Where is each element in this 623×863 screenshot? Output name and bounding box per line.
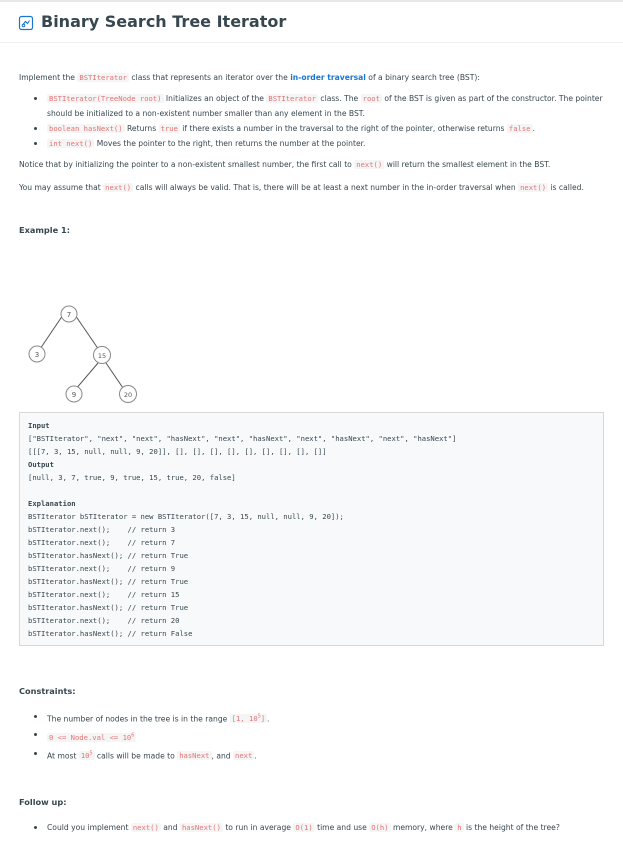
input-line: [[[7, 3, 15, null, null, 9, 20]], [], []…	[28, 447, 327, 456]
tree-node: 20	[119, 385, 137, 403]
node-label: 7	[67, 311, 71, 319]
list-item: The number of nodes in the tree is in th…	[19, 709, 604, 727]
constraints-list: The number of nodes in the tree is in th…	[19, 709, 604, 764]
notice-paragraph: Notice that by initializing the pointer …	[19, 160, 551, 169]
explanation-line: bSTIterator.next(); // return 20	[28, 616, 180, 625]
page-header: Binary Search Tree Iterator	[0, 2, 623, 43]
node-label: 3	[35, 351, 39, 359]
constraints-title: Constraints:	[19, 686, 76, 696]
list-item: BSTIterator(TreeNode root) Initializes a…	[19, 91, 604, 121]
tree-node: 9	[65, 385, 83, 403]
constraints-section: Constraints: The number of nodes in the …	[19, 684, 604, 764]
node-label: 15	[98, 352, 106, 360]
node-label: 20	[124, 391, 132, 399]
explanation-label: Explanation	[28, 499, 76, 508]
output-line: [null, 3, 7, true, 9, true, 15, true, 20…	[28, 473, 236, 482]
followup-title: Follow up:	[19, 797, 67, 807]
explanation-line: bSTIterator.next(); // return 9	[28, 564, 176, 573]
explanation-line: bSTIterator.hasNext(); // return False	[28, 629, 193, 638]
list-item: Could you implement next() and hasNext()…	[19, 820, 604, 836]
problem-icon	[18, 15, 34, 31]
explanation-line: bSTIterator.next(); // return 7	[28, 538, 176, 547]
explanation-line: bSTIterator.hasNext(); // return True	[28, 603, 189, 612]
problem-description: Implement the BSTIterator class that rep…	[19, 70, 604, 238]
list-item: At most 105 calls will be made to hasNex…	[19, 746, 604, 764]
example-tree-diagram: 7 3 15 9 20	[28, 305, 137, 403]
explanation-line: bSTIterator.hasNext(); // return True	[28, 577, 189, 586]
page-title: Binary Search Tree Iterator	[41, 12, 287, 31]
input-label: Input	[28, 421, 50, 430]
tree-node: 7	[60, 305, 78, 323]
input-line: ["BSTIterator", "next", "next", "hasNext…	[28, 434, 457, 443]
node-label: 9	[72, 391, 76, 399]
tree-node: 3	[28, 345, 46, 363]
explanation-line: bSTIterator.next(); // return 15	[28, 590, 180, 599]
example-title: Example 1:	[19, 225, 70, 235]
method-list: BSTIterator(TreeNode root) Initializes a…	[19, 91, 604, 151]
list-item: int next() Moves the pointer to the righ…	[19, 136, 604, 151]
assume-paragraph: You may assume that next() calls will al…	[19, 183, 584, 192]
explanation-line: bSTIterator.hasNext(); // return True	[28, 551, 189, 560]
followup-section: Follow up: Could you implement next() an…	[19, 795, 604, 836]
tree-node: 15	[93, 346, 111, 364]
list-item: boolean hasNext() Returns true if there …	[19, 121, 604, 136]
explanation-line: BSTIterator bSTIterator = new BSTIterato…	[28, 512, 344, 521]
example-code-block: Input ["BSTIterator", "next", "next", "h…	[19, 412, 604, 646]
list-item: 0 <= Node.val <= 106	[19, 727, 604, 745]
in-order-link[interactable]: in-order traversal	[290, 73, 366, 82]
output-label: Output	[28, 460, 54, 469]
followup-list: Could you implement next() and hasNext()…	[19, 820, 604, 836]
inline-code: BSTIterator	[77, 73, 129, 82]
intro-paragraph: Implement the BSTIterator class that rep…	[19, 73, 480, 82]
explanation-line: bSTIterator.next(); // return 3	[28, 525, 176, 534]
